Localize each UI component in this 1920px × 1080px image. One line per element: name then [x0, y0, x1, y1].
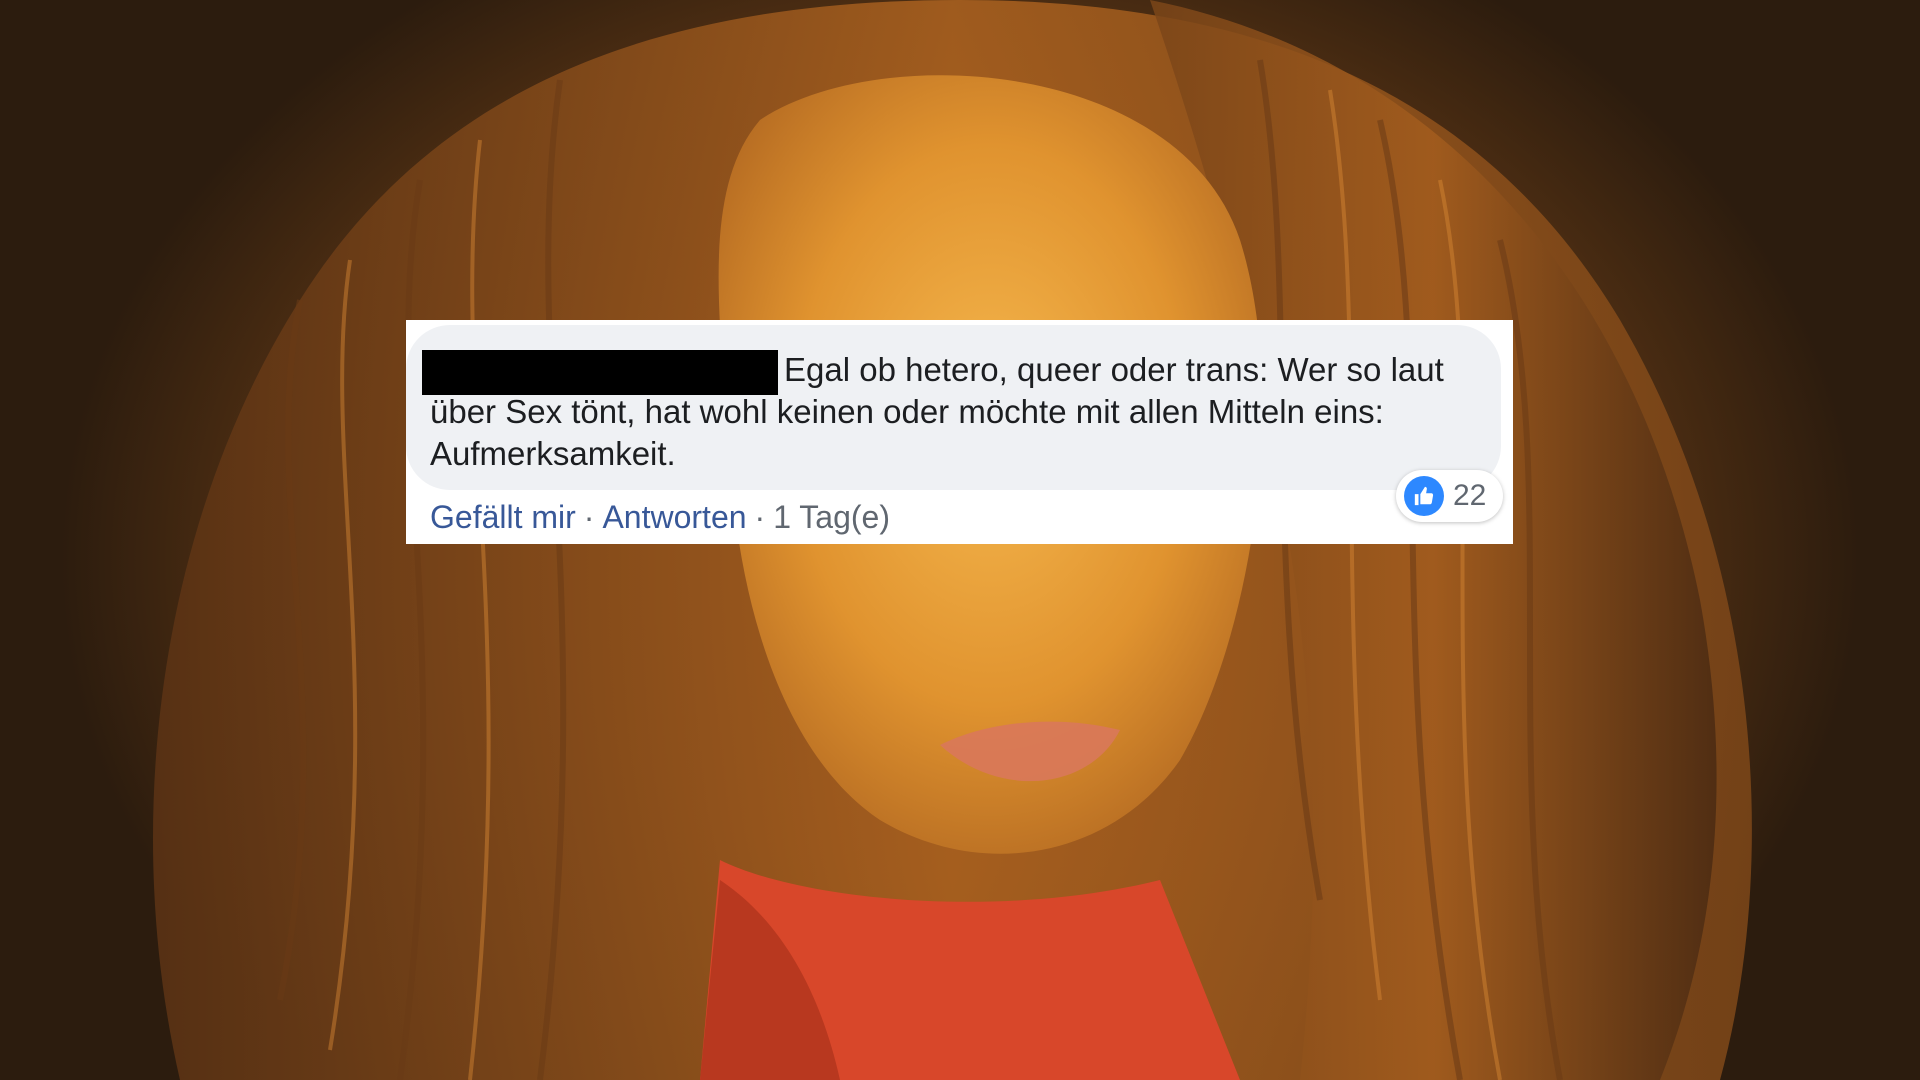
comment-timestamp: 1 Tag(e)	[773, 499, 890, 535]
action-separator: ·	[754, 499, 766, 535]
like-link[interactable]: Gefällt mir	[430, 499, 576, 535]
action-separator: ·	[583, 499, 595, 535]
thumbs-up-icon	[1404, 476, 1444, 516]
comment-actions: Gefällt mir · Antworten · 1 Tag(e)	[430, 497, 890, 537]
reaction-summary[interactable]: 22	[1396, 470, 1503, 522]
reply-link[interactable]: Antworten	[602, 499, 746, 535]
comment-card: Egal ob hetero, queer oder trans: Wer so…	[406, 320, 1513, 544]
reaction-count: 22	[1453, 479, 1487, 512]
comment-bubble: Egal ob hetero, queer oder trans: Wer so…	[406, 325, 1501, 490]
comment-text: Egal ob hetero, queer oder trans: Wer so…	[430, 351, 1444, 472]
